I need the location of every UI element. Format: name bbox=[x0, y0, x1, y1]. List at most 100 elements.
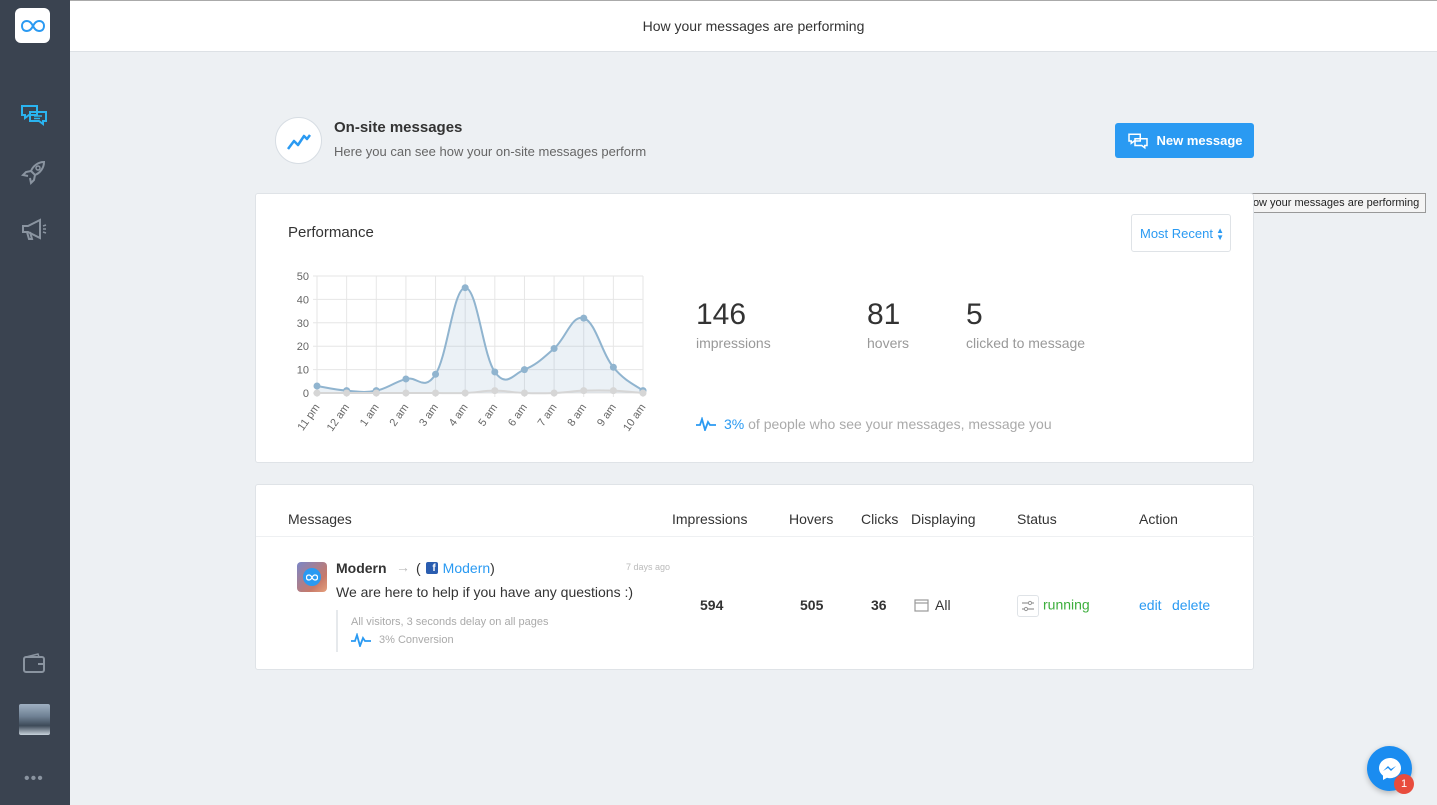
new-message-button[interactable]: New message bbox=[1115, 123, 1254, 158]
hovers-value: 505 bbox=[800, 597, 824, 613]
chat-icon bbox=[1127, 133, 1148, 149]
data-point bbox=[609, 387, 617, 395]
new-message-label: New message bbox=[1156, 133, 1243, 148]
data-point bbox=[609, 363, 617, 371]
message-text: We are here to help if you have any ques… bbox=[336, 584, 634, 600]
rocket-icon[interactable] bbox=[19, 157, 49, 187]
data-point bbox=[491, 387, 499, 395]
y-tick-label: 30 bbox=[297, 318, 309, 330]
impressions-value: 594 bbox=[700, 597, 724, 613]
sliders-icon[interactable] bbox=[1017, 595, 1039, 617]
window-icon bbox=[914, 598, 929, 612]
stat-value: 5 bbox=[966, 298, 983, 331]
data-point bbox=[580, 314, 588, 322]
conversion-rate: 3% Conversion bbox=[379, 634, 454, 646]
megaphone-icon[interactable] bbox=[19, 214, 49, 244]
performance-card: Performance Most Recent ▲ ▼ 0 10 20 30 40 50 11… bbox=[255, 193, 1254, 463]
data-point bbox=[432, 370, 440, 378]
x-tick-label: 12 am bbox=[325, 402, 352, 434]
data-point bbox=[461, 389, 469, 397]
x-tick-label: 6 am bbox=[506, 402, 530, 429]
pulse-icon bbox=[696, 417, 716, 431]
message-meta: All visitors, 3 seconds delay on all pag… bbox=[336, 610, 549, 652]
data-point bbox=[372, 389, 380, 397]
x-tick-label: 3 am bbox=[417, 402, 441, 429]
trend-icon bbox=[275, 117, 322, 164]
status-cell[interactable]: running bbox=[1017, 595, 1090, 617]
divider bbox=[256, 536, 1255, 537]
col-displaying: Displaying bbox=[911, 511, 976, 527]
select-arrows-icon: ▲ ▼ bbox=[1216, 226, 1224, 242]
data-point bbox=[580, 387, 588, 395]
facebook-icon: f bbox=[425, 562, 438, 574]
messages-nav-icon[interactable] bbox=[19, 100, 49, 130]
x-tick-label: 5 am bbox=[476, 402, 500, 429]
sidebar: ••• bbox=[0, 0, 70, 805]
page-title: How your messages are performing bbox=[70, 0, 1437, 52]
col-clicks: Clicks bbox=[861, 511, 899, 527]
col-messages: Messages bbox=[288, 511, 352, 527]
edit-link[interactable]: edit bbox=[1139, 597, 1162, 613]
data-point bbox=[343, 389, 351, 397]
displaying-cell: All bbox=[914, 597, 951, 613]
x-tick-label: 4 am bbox=[447, 402, 471, 429]
y-tick-label: 0 bbox=[303, 388, 309, 400]
x-tick-label: 1 am bbox=[358, 402, 382, 429]
y-tick-label: 10 bbox=[297, 365, 309, 377]
status-running: running bbox=[1043, 596, 1090, 613]
pulse-icon bbox=[351, 633, 371, 647]
y-tick-label: 40 bbox=[297, 294, 309, 306]
stat-value: 81 bbox=[867, 298, 901, 331]
section-subtitle: Here you can see how your on-site messag… bbox=[334, 144, 647, 159]
displaying-value: All bbox=[935, 597, 951, 613]
stat-label: hovers bbox=[867, 335, 910, 351]
data-point bbox=[402, 389, 410, 397]
channel-link[interactable]: Modern bbox=[443, 560, 490, 576]
arrow-right-icon: → bbox=[396, 559, 410, 575]
infinity-icon bbox=[20, 19, 45, 32]
data-point bbox=[520, 366, 528, 374]
x-tick-label: 8 am bbox=[565, 402, 589, 429]
data-point bbox=[639, 389, 647, 397]
col-status: Status bbox=[1017, 511, 1057, 527]
x-tick-label: 10 am bbox=[621, 402, 648, 434]
col-hovers: Hovers bbox=[789, 511, 834, 527]
stat-value: 146 bbox=[696, 298, 747, 331]
message-name: Modern bbox=[336, 560, 387, 576]
x-tick-label: 7 am bbox=[536, 402, 560, 429]
data-point bbox=[520, 389, 528, 397]
wallet-icon[interactable] bbox=[19, 648, 49, 678]
data-point bbox=[432, 389, 440, 397]
clicks-value: 36 bbox=[871, 597, 887, 613]
data-point bbox=[313, 389, 321, 397]
message-channel: ( f Modern) bbox=[416, 560, 495, 576]
conversion-text: of people who see your messages, message… bbox=[748, 416, 1052, 432]
stat-clicks: 5 clicked to message bbox=[966, 298, 1085, 351]
message-age: 7 days ago bbox=[626, 562, 671, 572]
data-point bbox=[550, 345, 558, 353]
data-point bbox=[402, 375, 410, 383]
series-area bbox=[317, 287, 643, 393]
delete-link[interactable]: delete bbox=[1172, 597, 1210, 613]
conversion-pct: 3% bbox=[724, 416, 745, 432]
data-point bbox=[313, 382, 321, 390]
message-avatar bbox=[297, 562, 327, 592]
col-action: Action bbox=[1139, 511, 1178, 527]
paren-close: ) bbox=[490, 560, 495, 576]
y-tick-label: 20 bbox=[297, 341, 309, 353]
more-icon[interactable]: ••• bbox=[24, 770, 44, 788]
stat-impressions: 146 impressions bbox=[696, 298, 771, 351]
app-logo[interactable] bbox=[15, 8, 50, 43]
tooltip: How your messages are performing bbox=[1238, 193, 1427, 213]
y-tick-label: 50 bbox=[297, 271, 309, 283]
x-tick-label: 9 am bbox=[595, 402, 619, 429]
data-point bbox=[491, 368, 499, 376]
user-avatar[interactable] bbox=[19, 704, 50, 735]
sort-select-value: Most Recent bbox=[1140, 225, 1213, 241]
x-tick-label: 2 am bbox=[388, 402, 412, 429]
col-impressions: Impressions bbox=[672, 511, 748, 527]
stat-hovers: 81 hovers bbox=[867, 298, 909, 351]
paren-open: ( bbox=[416, 560, 421, 576]
sort-select[interactable]: Most Recent ▲ ▼ bbox=[1131, 214, 1231, 252]
conversion-summary: 3% of people who see your messages, mess… bbox=[696, 416, 1052, 432]
